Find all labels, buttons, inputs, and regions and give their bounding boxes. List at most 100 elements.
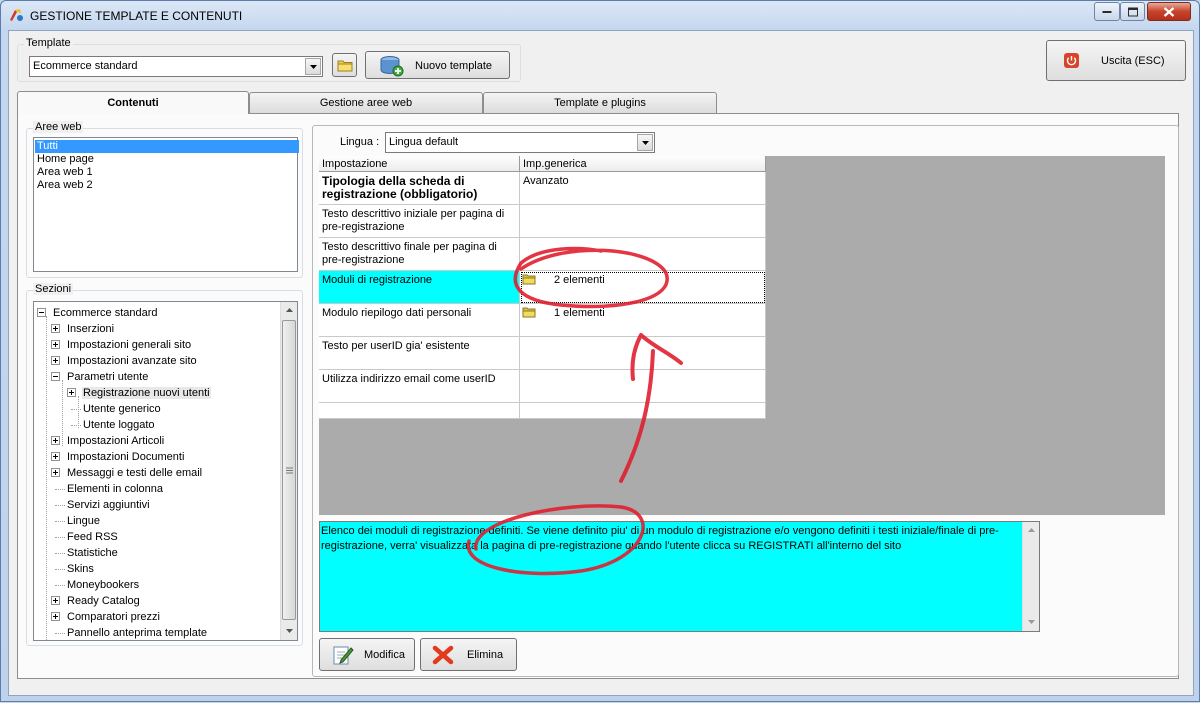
tree-connector xyxy=(55,585,65,586)
scroll-down-button[interactable] xyxy=(281,623,297,640)
tree-connector xyxy=(55,521,65,522)
tree-item[interactable]: Inserzioni xyxy=(51,322,114,336)
title-bar[interactable]: GESTIONE TEMPLATE E CONTENUTI xyxy=(1,1,1199,29)
chevron-down-icon[interactable] xyxy=(637,134,653,151)
list-item[interactable]: Home page xyxy=(35,153,299,166)
tree-item-label: Messaggi e testi delle email xyxy=(67,467,203,479)
description-box[interactable]: Elenco dei moduli di registrazione defin… xyxy=(319,521,1040,632)
tree-item[interactable]: Servizi aggiuntivi xyxy=(51,498,150,512)
scroll-down-button[interactable] xyxy=(1023,614,1040,631)
list-item[interactable]: Area web 1 xyxy=(35,166,299,179)
expand-icon[interactable] xyxy=(51,324,60,333)
tree-connector xyxy=(71,425,81,426)
sezioni-tree[interactable]: Ecommerce standard Inserzioni Impostazioni… xyxy=(33,301,298,641)
grid-cell-value[interactable]: Avanzato xyxy=(520,172,766,205)
tree-item[interactable]: Comparatori prezzi xyxy=(51,610,160,624)
tree-connector xyxy=(55,537,65,538)
expand-icon[interactable] xyxy=(51,340,60,349)
folder-icon xyxy=(522,307,536,318)
description-scrollbar[interactable] xyxy=(1022,522,1039,631)
tree-item[interactable]: Impostazioni generali sito xyxy=(51,338,191,352)
settings-grid-area: Impostazione Imp.generica Tipologia dell… xyxy=(319,156,1165,515)
expand-icon[interactable] xyxy=(67,388,76,397)
template-select[interactable]: Ecommerce standard xyxy=(29,56,323,77)
tree-item[interactable]: Lingue xyxy=(51,514,100,528)
grid-cell-value[interactable] xyxy=(520,337,766,370)
tree-item[interactable]: Ready Catalog xyxy=(51,594,140,608)
minimize-icon xyxy=(1102,10,1112,13)
template-group-label: Template xyxy=(24,37,73,49)
tree-item[interactable]: Impostazioni Documenti xyxy=(51,450,184,464)
modifica-button[interactable]: Modifica xyxy=(319,638,415,671)
expand-icon[interactable] xyxy=(51,356,60,365)
grid-cell-setting[interactable]: Testo descrittivo iniziale per pagina di… xyxy=(319,205,520,238)
expand-icon[interactable] xyxy=(51,596,60,605)
grid-cell-setting[interactable]: Tipologia della scheda di registrazione … xyxy=(319,172,520,205)
tree-item-label: Statistiche xyxy=(67,547,118,559)
close-icon xyxy=(1163,6,1175,17)
tree-item[interactable]: Registrazione nuovi utenti xyxy=(67,386,211,400)
tree-item-label: Skins xyxy=(67,563,94,575)
tree-item[interactable]: Feed RSS xyxy=(51,530,118,544)
lingua-select[interactable]: Lingua default xyxy=(385,132,655,153)
list-item[interactable]: Tutti xyxy=(35,140,299,153)
grid-cell-value[interactable]: 1 elementi xyxy=(520,304,766,337)
tree-item[interactable]: Pannello anteprima template xyxy=(51,626,207,640)
close-window-button[interactable] xyxy=(1147,2,1191,21)
list-item[interactable]: Area web 2 xyxy=(35,179,299,192)
expand-icon[interactable] xyxy=(51,436,60,445)
settings-grid[interactable]: Impostazione Imp.generica Tipologia dell… xyxy=(319,156,766,419)
grid-cell-value[interactable] xyxy=(520,403,766,419)
grid-cell-setting[interactable]: Modulo riepilogo dati personali xyxy=(319,304,520,337)
grid-header-imp-generica[interactable]: Imp.generica xyxy=(520,156,766,172)
grid-cell-value[interactable]: 2 elementi xyxy=(520,271,766,304)
tree-item-label: Pannello anteprima template xyxy=(67,627,208,639)
tree-item[interactable]: Statistiche xyxy=(51,546,118,560)
tab-gestione-aree-web[interactable]: Gestione aree web xyxy=(249,92,483,113)
tree-connector xyxy=(55,569,65,570)
grid-cell-setting[interactable]: Utilizza indirizzo email come userID xyxy=(319,370,520,403)
grid-cell-setting[interactable]: Testo per userID gia' esistente xyxy=(319,337,520,370)
tree-item[interactable]: Ecommerce standard xyxy=(37,306,158,320)
chevron-down-icon[interactable] xyxy=(305,58,321,75)
tree-item[interactable]: Parametri utente xyxy=(51,370,148,384)
new-template-button[interactable]: Nuovo template xyxy=(365,51,510,79)
collapse-icon[interactable] xyxy=(37,308,46,317)
lingua-select-value: Lingua default xyxy=(389,136,459,148)
tree-item-label: Elementi in colonna xyxy=(67,483,164,495)
grid-cell-setting[interactable] xyxy=(319,403,520,419)
sezioni-scrollbar[interactable] xyxy=(280,302,297,640)
tree-guide-line xyxy=(46,316,47,640)
scroll-up-button[interactable] xyxy=(281,302,297,319)
expand-icon[interactable] xyxy=(51,468,60,477)
exit-button[interactable]: Uscita (ESC) xyxy=(1046,40,1186,81)
minimize-button[interactable] xyxy=(1094,2,1120,21)
delete-x-icon xyxy=(432,645,454,665)
maximize-button[interactable] xyxy=(1120,2,1145,21)
grid-cell-setting[interactable]: Testo descrittivo finale per pagina di p… xyxy=(319,238,520,271)
grid-cell-value[interactable] xyxy=(520,205,766,238)
tree-item[interactable]: Messaggi e testi delle email xyxy=(51,466,202,480)
grid-cell-setting[interactable]: Moduli di registrazione xyxy=(319,271,520,304)
expand-icon[interactable] xyxy=(51,452,60,461)
elimina-button[interactable]: Elimina xyxy=(420,638,517,671)
tree-item-label: Ecommerce standard xyxy=(53,307,158,319)
tree-item[interactable]: Moneybookers xyxy=(51,578,139,592)
grid-cell-value[interactable] xyxy=(520,238,766,271)
collapse-icon[interactable] xyxy=(51,372,60,381)
tab-contenuti[interactable]: Contenuti xyxy=(17,91,249,114)
tree-item[interactable]: Impostazioni Articoli xyxy=(51,434,164,448)
open-folder-button[interactable] xyxy=(332,53,357,77)
grid-cell-value[interactable] xyxy=(520,370,766,403)
scroll-thumb[interactable] xyxy=(282,320,296,620)
tree-item[interactable]: Skins xyxy=(51,562,94,576)
tree-item[interactable]: Elementi in colonna xyxy=(51,482,163,496)
scroll-up-button[interactable] xyxy=(1023,522,1040,539)
tree-item-label: Comparatori prezzi xyxy=(67,611,160,623)
tab-template-plugins[interactable]: Template e plugins xyxy=(483,92,717,113)
expand-icon[interactable] xyxy=(51,612,60,621)
tree-item[interactable]: Impostazioni avanzate sito xyxy=(51,354,197,368)
sezioni-label: Sezioni xyxy=(33,283,74,295)
aree-web-list[interactable]: Tutti Home page Area web 1 Area web 2 xyxy=(33,137,299,272)
grid-header-impostazione[interactable]: Impostazione xyxy=(319,156,520,172)
